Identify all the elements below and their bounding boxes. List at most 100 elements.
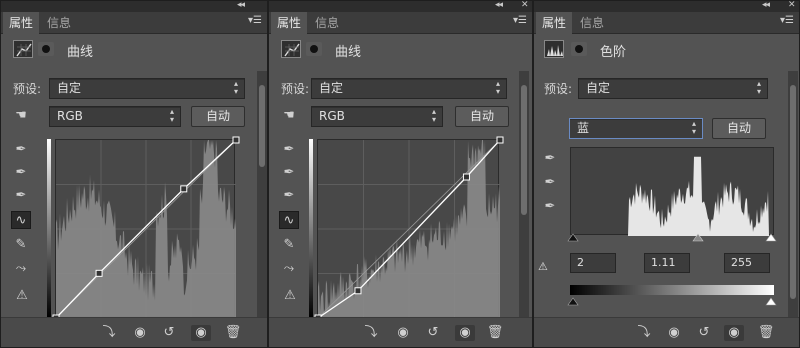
close-icon[interactable]: ✕ xyxy=(788,1,795,10)
white-point-eyedropper-icon[interactable]: ✒ xyxy=(11,187,31,205)
tab-info[interactable]: 信息 xyxy=(574,12,610,34)
black-point-eyedropper-icon[interactable]: ✒ xyxy=(11,141,31,159)
curves-panel-1: ◂◂ 属性 信息 ▾☰ 曲线 预设: 自定 ▴ ▾ ☚ RGB ▴ ▾ 自动 ✒ ✒… xyxy=(0,0,268,348)
close-icon[interactable]: ✕ xyxy=(521,1,528,10)
collapse-icon[interactable]: ◂◂ xyxy=(762,1,770,10)
input-sliders[interactable] xyxy=(567,233,777,243)
view-previous-state-icon[interactable]: ◉ xyxy=(130,325,150,341)
tab-properties[interactable]: 属性 xyxy=(271,12,308,34)
preset-label: 预设: xyxy=(544,82,573,96)
clipping-warning-icon[interactable]: ⚠ xyxy=(538,260,548,273)
select-arrows-icon: ▴ ▾ xyxy=(431,107,436,124)
gray-point-eyedropper-icon[interactable]: ✒ xyxy=(11,164,31,182)
preset-select[interactable]: 自定 ▴ ▾ xyxy=(311,78,507,99)
collapse-icon[interactable]: ◂◂ xyxy=(495,1,503,10)
scrollbar-thumb[interactable] xyxy=(790,85,796,299)
panel-menu-icon[interactable]: ▾☰ xyxy=(780,15,794,26)
scrollbar-thumb[interactable] xyxy=(521,85,527,215)
layer-mask-icon[interactable] xyxy=(38,42,54,56)
panel-tabs: 属性 信息 ▾☰ xyxy=(1,12,267,34)
reset-icon[interactable]: ↺ xyxy=(694,325,714,341)
channel-select[interactable]: RGB ▴ ▾ xyxy=(49,106,181,127)
reset-icon[interactable]: ↺ xyxy=(423,325,443,341)
clip-to-layer-icon[interactable]: ⤵ xyxy=(361,325,381,341)
black-point-eyedropper-icon[interactable]: ✒ xyxy=(279,141,299,159)
clipping-warning-icon[interactable]: ⚠ xyxy=(277,287,303,305)
output-sliders[interactable] xyxy=(567,297,777,307)
input-black-field[interactable]: 2 xyxy=(570,253,616,273)
channel-select[interactable]: RGB ▴ ▾ xyxy=(311,106,443,127)
scrollbar-thumb[interactable] xyxy=(259,85,265,167)
panel-footer: ⤵ ◉ ↺ ◉ 🗑 xyxy=(1,317,267,347)
panel-titlebar: ◂◂ ✕ xyxy=(269,1,532,12)
input-gamma-field[interactable]: 1.11 xyxy=(644,253,690,273)
edit-points-curve-icon[interactable]: ∿ xyxy=(11,211,31,229)
visibility-eye-icon[interactable]: ◉ xyxy=(724,325,744,341)
preset-value: 自定 xyxy=(319,81,344,95)
auto-button[interactable]: 自动 xyxy=(191,106,245,127)
gray-point-eyedropper-icon[interactable]: ✒ xyxy=(540,174,560,192)
curve-control-point[interactable] xyxy=(354,287,362,295)
clip-to-layer-icon[interactable]: ⤵ xyxy=(99,325,119,341)
pencil-draw-icon[interactable]: ✎ xyxy=(279,236,299,254)
clip-to-layer-icon[interactable]: ⤵ xyxy=(634,325,654,341)
white-point-eyedropper-icon[interactable]: ✒ xyxy=(540,198,560,216)
layer-mask-icon[interactable] xyxy=(571,42,587,56)
view-previous-state-icon[interactable]: ◉ xyxy=(664,325,684,341)
collapse-icon[interactable]: ◂◂ xyxy=(237,1,245,10)
output-gradient-bar xyxy=(309,139,313,317)
view-previous-state-icon[interactable]: ◉ xyxy=(393,325,413,341)
delete-trash-icon[interactable]: 🗑 xyxy=(756,325,776,341)
curve-control-point[interactable] xyxy=(232,136,240,144)
pencil-draw-icon[interactable]: ✎ xyxy=(11,236,31,254)
curve-control-point[interactable] xyxy=(95,269,103,277)
curve-control-point[interactable] xyxy=(462,173,470,181)
panel-menu-icon[interactable]: ▾☰ xyxy=(513,15,527,26)
adjustment-title: 色阶 xyxy=(600,45,627,60)
channel-select[interactable]: 蓝 ▴ ▾ xyxy=(569,118,703,139)
panel-scrollbar[interactable] xyxy=(788,71,798,317)
layer-mask-icon[interactable] xyxy=(306,42,322,56)
white-input-slider[interactable] xyxy=(765,233,777,242)
tab-info[interactable]: 信息 xyxy=(41,12,77,34)
on-image-adjust-hand-icon[interactable]: ☚ xyxy=(279,107,299,125)
curve-graph[interactable] xyxy=(314,136,504,322)
preset-select[interactable]: 自定 ▴ ▾ xyxy=(578,78,768,99)
auto-button[interactable]: 自动 xyxy=(455,106,509,127)
visibility-eye-icon[interactable]: ◉ xyxy=(455,325,475,341)
black-point-eyedropper-icon[interactable]: ✒ xyxy=(540,150,560,168)
panel-scrollbar[interactable] xyxy=(519,71,529,317)
curve-control-point[interactable] xyxy=(496,136,504,144)
edit-points-curve-icon[interactable]: ∿ xyxy=(279,211,299,229)
preset-select[interactable]: 自定 ▴ ▾ xyxy=(49,78,245,99)
preset-label: 预设: xyxy=(13,82,42,96)
panel-scrollbar[interactable] xyxy=(257,71,267,317)
black-input-slider[interactable] xyxy=(567,233,579,242)
panel-menu-icon[interactable]: ▾☰ xyxy=(248,15,262,26)
gray-input-slider[interactable] xyxy=(692,233,704,242)
auto-button[interactable]: 自动 xyxy=(712,118,766,139)
delete-trash-icon[interactable]: 🗑 xyxy=(485,325,505,341)
select-arrows-icon: ▴ ▾ xyxy=(233,79,238,96)
delete-trash-icon[interactable]: 🗑 xyxy=(223,325,243,341)
reset-icon[interactable]: ↺ xyxy=(159,325,179,341)
smooth-curve-icon[interactable]: ⤳ xyxy=(11,260,31,278)
tab-info[interactable]: 信息 xyxy=(309,12,345,34)
levels-adjustment-icon xyxy=(544,40,564,58)
curves-adjustment-icon xyxy=(281,40,301,58)
visibility-eye-icon[interactable]: ◉ xyxy=(191,325,211,341)
curves-panel-2: ◂◂ ✕ 属性 信息 ▾☰ 曲线 预设: 自定 ▴ ▾ ☚ RGB ▴ ▾ 自动 ✒… xyxy=(268,0,533,348)
black-output-slider[interactable] xyxy=(567,297,579,306)
curve-graph[interactable] xyxy=(52,136,240,322)
on-image-adjust-hand-icon[interactable]: ☚ xyxy=(11,107,31,125)
clipping-warning-icon[interactable]: ⚠ xyxy=(9,287,35,305)
tab-properties[interactable]: 属性 xyxy=(3,12,40,34)
gray-point-eyedropper-icon[interactable]: ✒ xyxy=(279,164,299,182)
panel-titlebar: ◂◂ xyxy=(1,1,267,12)
white-output-slider[interactable] xyxy=(765,297,777,306)
white-point-eyedropper-icon[interactable]: ✒ xyxy=(279,187,299,205)
tab-properties[interactable]: 属性 xyxy=(536,12,573,34)
curve-control-point[interactable] xyxy=(180,185,188,193)
smooth-curve-icon[interactable]: ⤳ xyxy=(279,260,299,278)
input-white-field[interactable]: 255 xyxy=(724,253,770,273)
